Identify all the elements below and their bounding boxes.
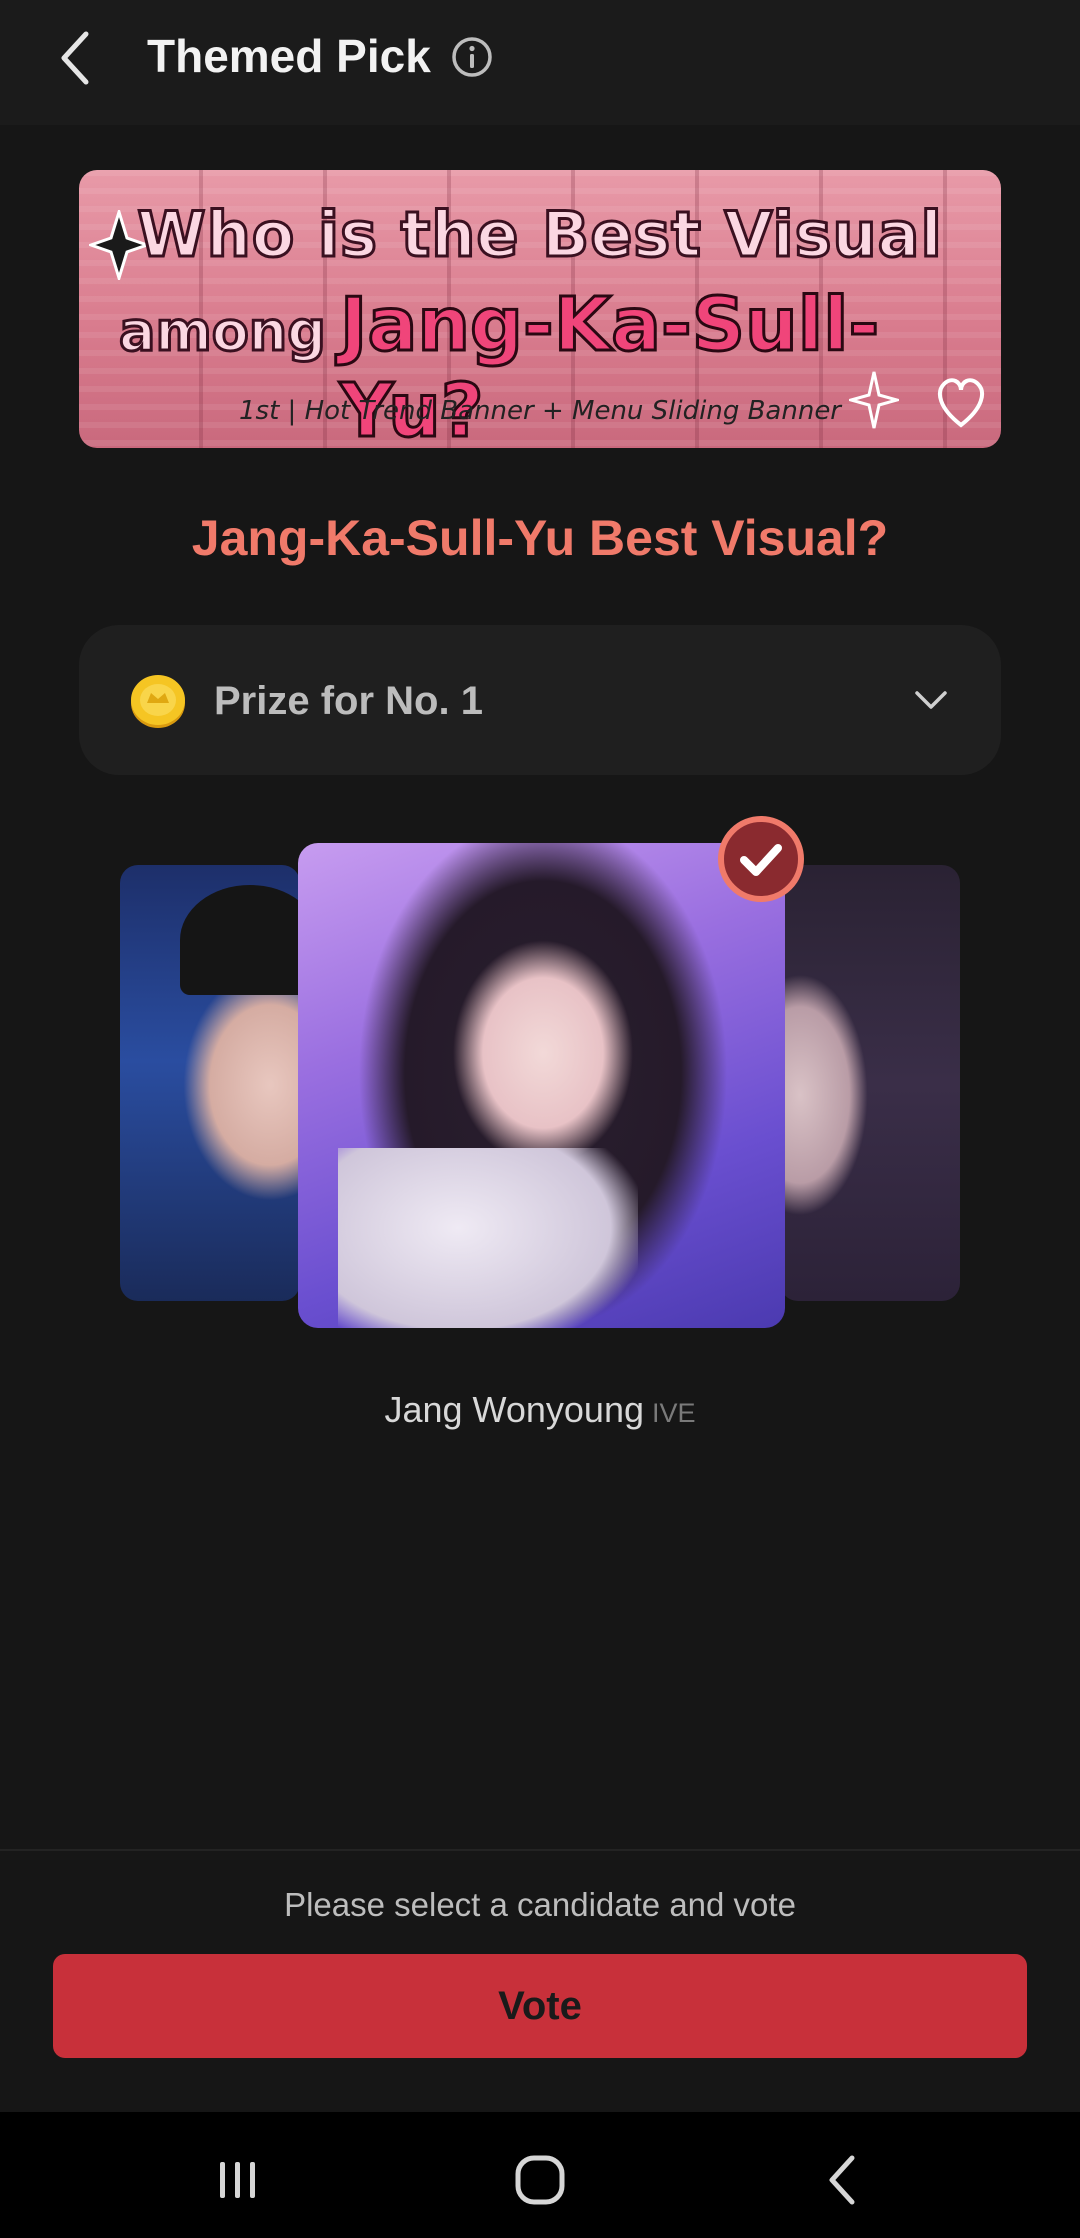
banner-caption: 1st | Hot Trend Banner + Menu Sliding Ba…	[239, 396, 841, 426]
vote-button[interactable]: Vote	[53, 1954, 1027, 2058]
back-icon[interactable]	[814, 2150, 874, 2210]
candidate-name: Jang Wonyoung IVE	[0, 1385, 1080, 1443]
prize-label: Prize for No. 1	[214, 679, 483, 723]
info-icon[interactable]	[450, 35, 494, 79]
vote-hint: Please select a candidate and vote	[284, 1886, 796, 1923]
page-title: Themed Pick	[147, 30, 431, 82]
candidate-card-previous[interactable]	[120, 865, 300, 1301]
prize-dropdown[interactable]: Prize for No. 1	[79, 625, 1001, 775]
event-banner[interactable]: Who is the Best Visual among Jang-Ka-Sul…	[79, 170, 1001, 448]
candidate-card-next[interactable]	[780, 865, 960, 1301]
home-icon[interactable]	[510, 2150, 570, 2210]
recents-icon[interactable]	[208, 2150, 268, 2210]
candidate-name-text: Jang Wonyoung	[384, 1389, 644, 1430]
candidate-photo	[180, 885, 300, 995]
coin-icon	[131, 675, 185, 728]
pick-title: Jang-Ka-Sull-Yu Best Visual?	[191, 510, 889, 566]
candidate-card-selected[interactable]	[298, 843, 785, 1328]
banner-among-text: among	[118, 299, 328, 365]
app-header: Themed Pick	[0, 0, 1080, 125]
candidate-group: IVE	[652, 1398, 696, 1428]
back-button[interactable]	[44, 22, 108, 94]
check-circle-icon	[718, 816, 804, 902]
chevron-left-icon	[61, 31, 89, 85]
banner-headline: Who is the Best Visual	[136, 197, 944, 273]
system-nav-bar	[0, 2112, 1080, 2238]
candidate-photo	[338, 1148, 638, 1328]
candidate-carousel[interactable]	[0, 820, 1080, 1340]
footer-divider	[0, 1849, 1080, 1851]
chevron-down-icon[interactable]	[911, 680, 951, 720]
